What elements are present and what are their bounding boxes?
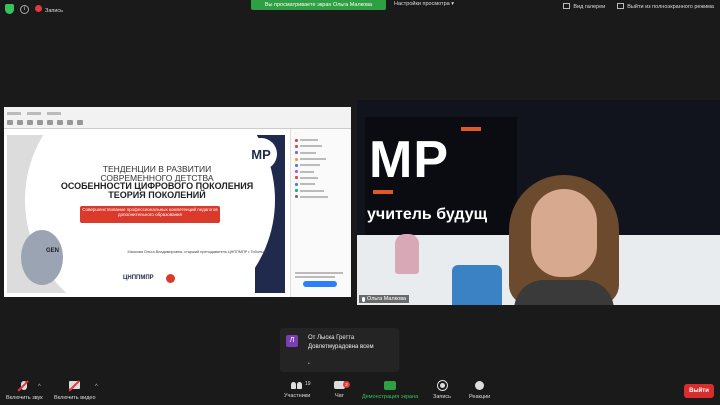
record-dot-icon	[35, 4, 42, 12]
share-screen-label: Демонстрация экрана	[362, 394, 419, 400]
chat-badge: 2	[343, 381, 350, 388]
muted-mic-icon	[17, 380, 30, 392]
participants-icon	[291, 381, 303, 389]
menu-item[interactable]	[7, 112, 21, 115]
sidebar-promo	[295, 272, 347, 287]
tool-icon	[295, 170, 298, 174]
camera-feed[interactable]: MP учитель будущ Ольга Малкова	[357, 100, 720, 305]
gen-label: GEN	[46, 248, 60, 254]
slide-red-banner: Совершенствование профессиональных компе…	[80, 206, 220, 223]
record-indicator[interactable]: Запись	[35, 4, 64, 14]
slide-photo	[21, 230, 63, 285]
tool-icon	[295, 157, 298, 161]
tool-icon[interactable]	[67, 120, 73, 125]
record-label: Запись	[45, 7, 64, 14]
record-button-label: Запись	[433, 394, 452, 400]
tool-icon	[295, 163, 298, 167]
shared-screen[interactable]: MP ТЕНДЕНЦИИ В РАЗВИТИИ СОВРЕМЕННОГО ДЕТ…	[4, 107, 351, 297]
promo-button[interactable]	[303, 281, 337, 287]
face	[531, 189, 597, 277]
chat-notification-text: От Лыска Гретта Довлетмурадовна всем	[308, 335, 374, 350]
avatar: Л	[286, 335, 298, 347]
accent-strip	[373, 190, 393, 194]
tool-icon[interactable]	[77, 120, 83, 125]
start-video-button[interactable]: Включить видео	[54, 380, 96, 401]
menu-item[interactable]	[47, 112, 61, 115]
accent-strip	[461, 127, 481, 131]
view-options-button[interactable]: Настройки просмотра ▾	[394, 1, 454, 7]
tool-icon	[295, 144, 298, 148]
share-banner: Вы просматриваете экран Ольга Малкова	[251, 0, 386, 10]
tool-icon	[295, 176, 298, 180]
tool-icon	[295, 151, 298, 155]
wall-text: учитель будущ	[367, 206, 488, 223]
wall-logo: MP	[369, 131, 449, 189]
chevron-down-icon: ▾	[451, 1, 454, 7]
body	[514, 280, 614, 305]
flowers	[395, 234, 419, 274]
tool-icon	[295, 138, 298, 142]
view-options-label: Настройки просмотра	[394, 1, 450, 7]
mic-icon	[362, 296, 365, 302]
grid-icon	[563, 3, 571, 9]
participant-video	[509, 175, 629, 305]
video-off-icon	[68, 380, 81, 392]
presentation-slide: MP ТЕНДЕНЦИИ В РАЗВИТИИ СОВРЕМЕННОГО ДЕТ…	[7, 135, 285, 293]
slide-title: ОСОБЕННОСТИ ЦИФРОВОГО ПОКОЛЕНИЯ ТЕОРИЯ П…	[60, 181, 254, 200]
participants-count: 19	[305, 381, 311, 387]
reactions-icon	[475, 381, 485, 390]
tool-icon	[295, 195, 298, 199]
reactions-button[interactable]: Реакции	[469, 381, 490, 400]
tool-icon[interactable]	[27, 120, 33, 125]
slide-org: ЦНППМПР	[123, 275, 154, 281]
tool-icon[interactable]	[37, 120, 43, 125]
participants-label: Участники	[284, 393, 311, 399]
tool-icon	[295, 182, 298, 186]
sidebar-tool[interactable]	[291, 194, 351, 200]
meeting-toolbar	[0, 375, 720, 405]
shield-icon[interactable]	[5, 4, 14, 14]
top-bar: i Запись Вы просматриваете экран Ольга М…	[0, 0, 720, 18]
exit-fullscreen-label: Выйти из полноэкранного режима	[627, 4, 714, 10]
exit-fullscreen-button[interactable]: Выйти из полноэкранного режима	[617, 3, 714, 10]
chat-label: Чат	[334, 393, 345, 399]
tool-icon[interactable]	[17, 120, 23, 125]
audio-options-caret[interactable]: ^	[38, 384, 41, 390]
chat-message-preview: •	[308, 361, 310, 367]
slide-author: Малкова Ольга Владимировна, старший преп…	[127, 250, 267, 254]
pdf-tools-sidebar	[290, 129, 351, 297]
org-logo-icon	[166, 274, 175, 283]
reactions-label: Реакции	[469, 394, 491, 400]
unmute-label: Включить звук	[6, 395, 43, 401]
gallery-view-label: Вид галереи	[573, 4, 606, 10]
exit-fullscreen-icon	[617, 3, 625, 9]
info-icon[interactable]: i	[20, 4, 29, 14]
start-video-label: Включить видео	[54, 395, 96, 401]
chair	[452, 265, 502, 305]
tool-icon[interactable]	[57, 120, 63, 125]
tool-icon	[295, 189, 298, 193]
video-options-caret[interactable]: ^	[95, 384, 98, 390]
tool-icon[interactable]	[7, 120, 13, 125]
gallery-view-button[interactable]: Вид галереи	[563, 3, 605, 10]
pdf-toolbar	[7, 120, 83, 125]
share-screen-button[interactable]: Демонстрация экрана	[362, 381, 418, 400]
share-screen-icon	[384, 381, 397, 390]
pdf-menu-bar	[4, 107, 351, 115]
record-icon	[437, 381, 447, 390]
pdf-viewer-chrome	[4, 107, 351, 129]
tool-icon[interactable]	[47, 120, 53, 125]
mp-logo: MP	[245, 138, 277, 170]
leave-meeting-button[interactable]: Выйти	[684, 384, 714, 398]
menu-item[interactable]	[27, 112, 41, 115]
record-button[interactable]: Запись	[433, 381, 451, 400]
chat-notification[interactable]: Л От Лыска Гретта Довлетмурадовна всем •	[280, 328, 399, 372]
participant-name-tag: Ольга Малкова	[359, 295, 410, 303]
participant-name: Ольга Малкова	[367, 296, 407, 302]
